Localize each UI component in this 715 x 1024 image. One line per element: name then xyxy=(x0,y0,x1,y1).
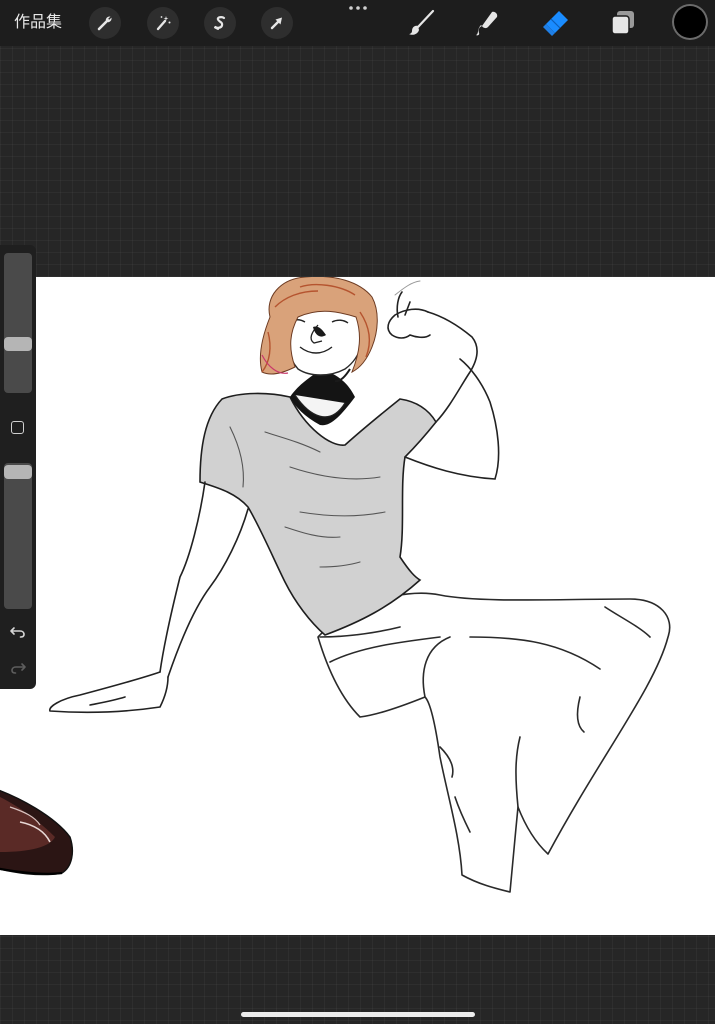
magic-wand-icon xyxy=(156,16,171,31)
layers-icon xyxy=(611,11,634,35)
color-picker-button[interactable] xyxy=(674,6,706,38)
redo-icon[interactable] xyxy=(8,657,28,677)
opacity-thumb[interactable] xyxy=(4,465,32,479)
brush-button[interactable] xyxy=(404,6,438,40)
artwork-sketch xyxy=(0,277,671,893)
wrench-icon xyxy=(97,16,112,31)
home-indicator[interactable] xyxy=(241,1012,475,1017)
arrow-cursor-icon xyxy=(270,17,282,30)
shoe-sketch xyxy=(0,789,74,876)
brush-size-slider[interactable] xyxy=(4,253,32,393)
pants-sketch xyxy=(317,592,671,893)
undo-icon[interactable] xyxy=(8,621,28,641)
eraser-button[interactable] xyxy=(539,6,573,40)
selection-button[interactable] xyxy=(204,7,236,39)
gallery-button[interactable]: 作品集 xyxy=(14,10,62,34)
smudge-button[interactable] xyxy=(470,6,504,40)
adjustments-button[interactable] xyxy=(147,7,179,39)
eraser-icon xyxy=(543,11,568,36)
opacity-slider[interactable] xyxy=(4,463,32,609)
brush-size-thumb[interactable] xyxy=(4,337,32,351)
transform-button[interactable] xyxy=(261,7,293,39)
top-toolbar: 作品集 xyxy=(0,0,715,46)
drawing-canvas[interactable] xyxy=(0,277,715,935)
actions-button[interactable] xyxy=(89,7,121,39)
side-toolbar xyxy=(0,245,36,689)
smudge-icon xyxy=(476,11,498,36)
procreate-workspace: 作品集 xyxy=(0,0,715,1024)
selection-s-icon xyxy=(214,16,226,30)
ellipsis-icon[interactable] xyxy=(346,3,370,13)
brush-icon xyxy=(409,9,435,35)
square-icon[interactable] xyxy=(11,421,24,434)
layers-button[interactable] xyxy=(606,6,640,40)
left-arm-sketch xyxy=(49,481,249,713)
